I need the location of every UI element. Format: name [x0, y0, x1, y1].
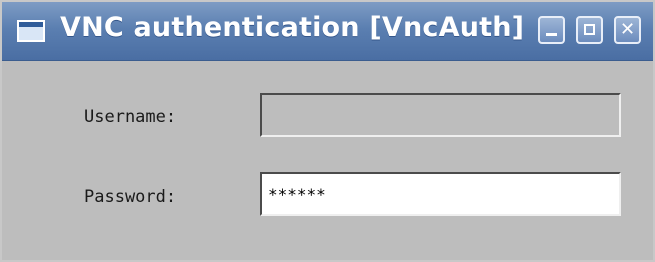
- maximize-button[interactable]: [576, 16, 603, 44]
- title-bar[interactable]: VNC authentication [VncAuth] ✕: [2, 2, 653, 61]
- username-label: Username:: [84, 107, 177, 127]
- password-label: Password:: [84, 187, 177, 207]
- auth-form: Username: Password:: [2, 61, 653, 260]
- window-title: VNC authentication [VncAuth]: [60, 12, 525, 43]
- minimize-icon: [546, 33, 557, 36]
- username-field[interactable]: [260, 93, 621, 137]
- close-button[interactable]: ✕: [614, 16, 641, 44]
- password-field[interactable]: [260, 172, 621, 216]
- vnc-auth-window: VNC authentication [VncAuth] ✕ Username:…: [0, 0, 655, 262]
- maximize-icon: [584, 24, 595, 35]
- window-app-icon[interactable]: [17, 20, 45, 42]
- minimize-button[interactable]: [538, 16, 565, 44]
- close-icon: ✕: [619, 19, 636, 40]
